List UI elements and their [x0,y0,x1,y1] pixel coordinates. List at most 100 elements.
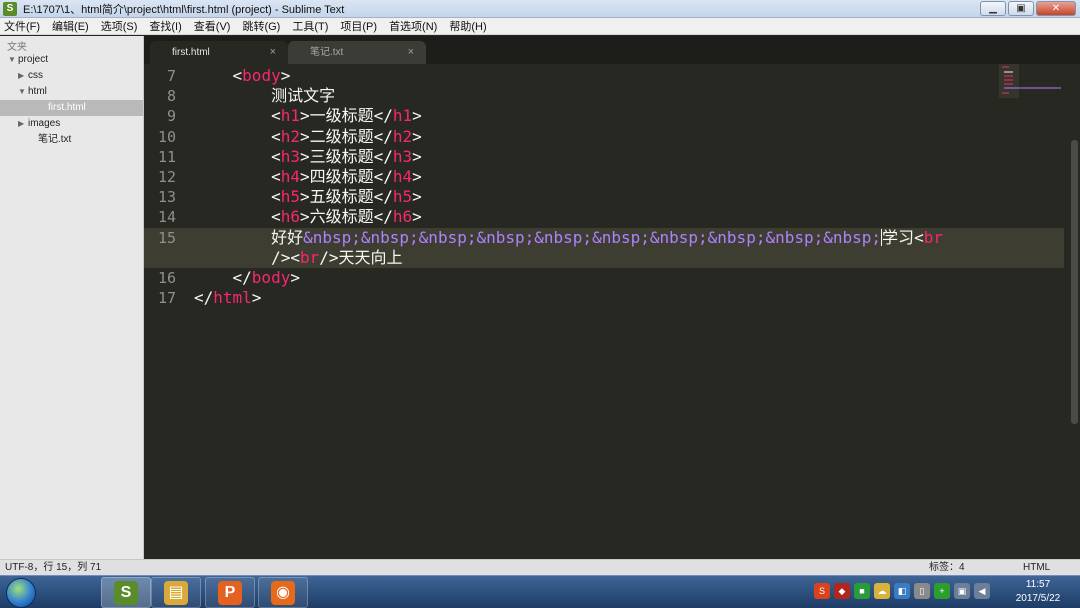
code-text: <h5>五级标题</h5> [194,187,422,207]
tag-punctuation: > [299,167,310,186]
close-button[interactable]: ✕ [1036,1,1076,16]
app-icon[interactable]: ◧ [894,583,910,599]
code-editor[interactable]: 7 <body> 8 测试文字 9 <h1>一级标题</h1> 10 <h2>二级标题… [144,64,1080,559]
menu-item[interactable]: 工具(T) [292,18,328,34]
maximize-button[interactable]: ▣ [1008,1,1034,16]
tree-item[interactable]: ▶ images [0,116,143,132]
tag-punctuation: > [290,268,300,287]
tab-first-html[interactable]: first.html × [150,41,288,64]
tag-punctuation: /> [319,247,339,267]
code-line[interactable]: 14 <h6>六级标题</h6> [144,207,1064,227]
syntax-indicator[interactable]: HTML [1023,560,1050,575]
tab-close-icon[interactable]: × [270,41,276,64]
colorful-icon[interactable]: ■ [854,583,870,599]
code-line[interactable]: /><br/>天天向上 [144,247,1064,268]
tree-item[interactable]: 笔记.txt [0,132,143,148]
tag-punctuation: < [271,146,281,166]
tag-name: h1 [280,106,300,126]
tag-punctuation: />< [271,247,300,267]
code-line[interactable]: 12 <h4>四级标题</h4> [144,167,1064,187]
code-line[interactable]: 8 测试文字 [144,86,1064,106]
tree-item-label: project [18,54,49,65]
tag-name: html [213,288,252,308]
line-number: 11 [157,147,176,166]
tag-punctuation: > [412,106,422,126]
taskbar-file-explorer[interactable]: ▤ [151,577,201,608]
taskbar-sublime-text[interactable]: S [101,577,151,608]
clock[interactable]: 11:57 2017/5/22 [1005,578,1071,606]
code-line[interactable]: 9 <h1>一级标题</h1> [144,106,1064,126]
text-content: 学习 [882,227,915,247]
text-content: 二级标题 [309,126,374,146]
minimap[interactable] [999,64,1069,98]
menu-item[interactable]: 选项(S) [101,18,138,34]
ime-icon[interactable]: S [814,583,830,599]
tree-item[interactable]: first.html [0,100,143,116]
antivirus-icon[interactable]: ◆ [834,583,850,599]
chevron-down-icon[interactable]: ▼ [18,84,28,100]
code-line[interactable]: 7 <body> [144,66,1064,86]
network-icon[interactable]: ▣ [954,583,970,599]
chevron-right-icon[interactable]: ▶ [18,68,28,84]
code-line[interactable]: 16 </body> [144,268,1064,288]
tag-punctuation: > [412,126,422,146]
menu-item[interactable]: 帮助(H) [449,18,486,34]
minimize-button[interactable]: ▁ [980,1,1006,16]
line-number: 14 [157,208,176,227]
tag-punctuation: > [280,66,291,85]
code-text: 测试文字 [194,86,335,106]
presentation-icon: P [218,580,242,605]
chevron-right-icon[interactable]: ▶ [18,116,28,132]
menu-item[interactable]: 文件(F) [4,18,40,34]
code-line[interactable]: 13 <h5>五级标题</h5> [144,187,1064,207]
taskbar-firefox[interactable]: ◉ [258,577,308,608]
plus-icon[interactable]: + [934,583,950,599]
volume-icon[interactable]: ◀ [974,583,990,599]
file-explorer-icon: ▤ [164,580,188,605]
vertical-scrollbar[interactable] [1071,140,1078,424]
code-line[interactable]: 15 好好&nbsp;&nbsp;&nbsp;&nbsp;&nbsp;&nbsp… [144,227,1064,248]
tab-size-indicator[interactable]: 标签：4 [929,560,965,575]
tag-name: h4 [392,167,413,186]
text-content: 三级标题 [309,146,374,166]
text-content: 四级标题 [309,167,374,186]
taskbar-presentation[interactable]: P [205,577,255,608]
menu-item[interactable]: 查看(V) [194,18,231,34]
tab-notes-txt[interactable]: 笔记.txt × [288,41,426,64]
menu-item[interactable]: 首选项(N) [389,18,437,34]
folder-tree: ▼ project ▶ css ▼ html first.html ▶ images 笔记.txt [0,52,143,148]
menu-item[interactable]: 查找(I) [149,18,181,34]
tree-item[interactable]: ▶ css [0,68,143,84]
line-number: 10 [157,127,176,146]
tab-close-icon[interactable]: × [408,41,414,64]
clock-time: 11:57 [1025,579,1051,590]
tab-bar: first.html × 笔记.txt × [144,36,1080,64]
code-line[interactable]: 17 </html> [144,288,1064,308]
tag-punctuation: </ [373,126,393,146]
code-line[interactable]: 11 <h3>三级标题</h3> [144,147,1064,167]
line-number: 13 [157,188,176,207]
tag-punctuation: > [251,288,262,308]
menu-item[interactable]: 项目(P) [340,18,377,34]
code-text: <body> [194,66,291,86]
firefox-icon: ◉ [271,580,295,605]
start-button[interactable] [6,578,36,608]
chevron-down-icon[interactable]: ▼ [8,52,18,68]
tag-name: h4 [280,167,300,186]
tree-item[interactable]: ▼ project [0,52,143,68]
menu-item[interactable]: 跳转(G) [242,18,280,34]
tag-punctuation: > [299,106,310,126]
tag-punctuation: > [412,167,422,186]
device-icon[interactable]: ▯ [914,583,930,599]
tag-punctuation: </ [373,167,393,186]
cursor-position: UTF-8，行 15，列 71 [5,562,102,573]
tree-item[interactable]: ▼ html [0,84,143,100]
menu-item[interactable]: 编辑(E) [52,18,89,34]
cloud-icon[interactable]: ☁ [874,583,890,599]
code-line[interactable]: 10 <h2>二级标题</h2> [144,127,1064,147]
tag-name: h1 [392,106,413,126]
